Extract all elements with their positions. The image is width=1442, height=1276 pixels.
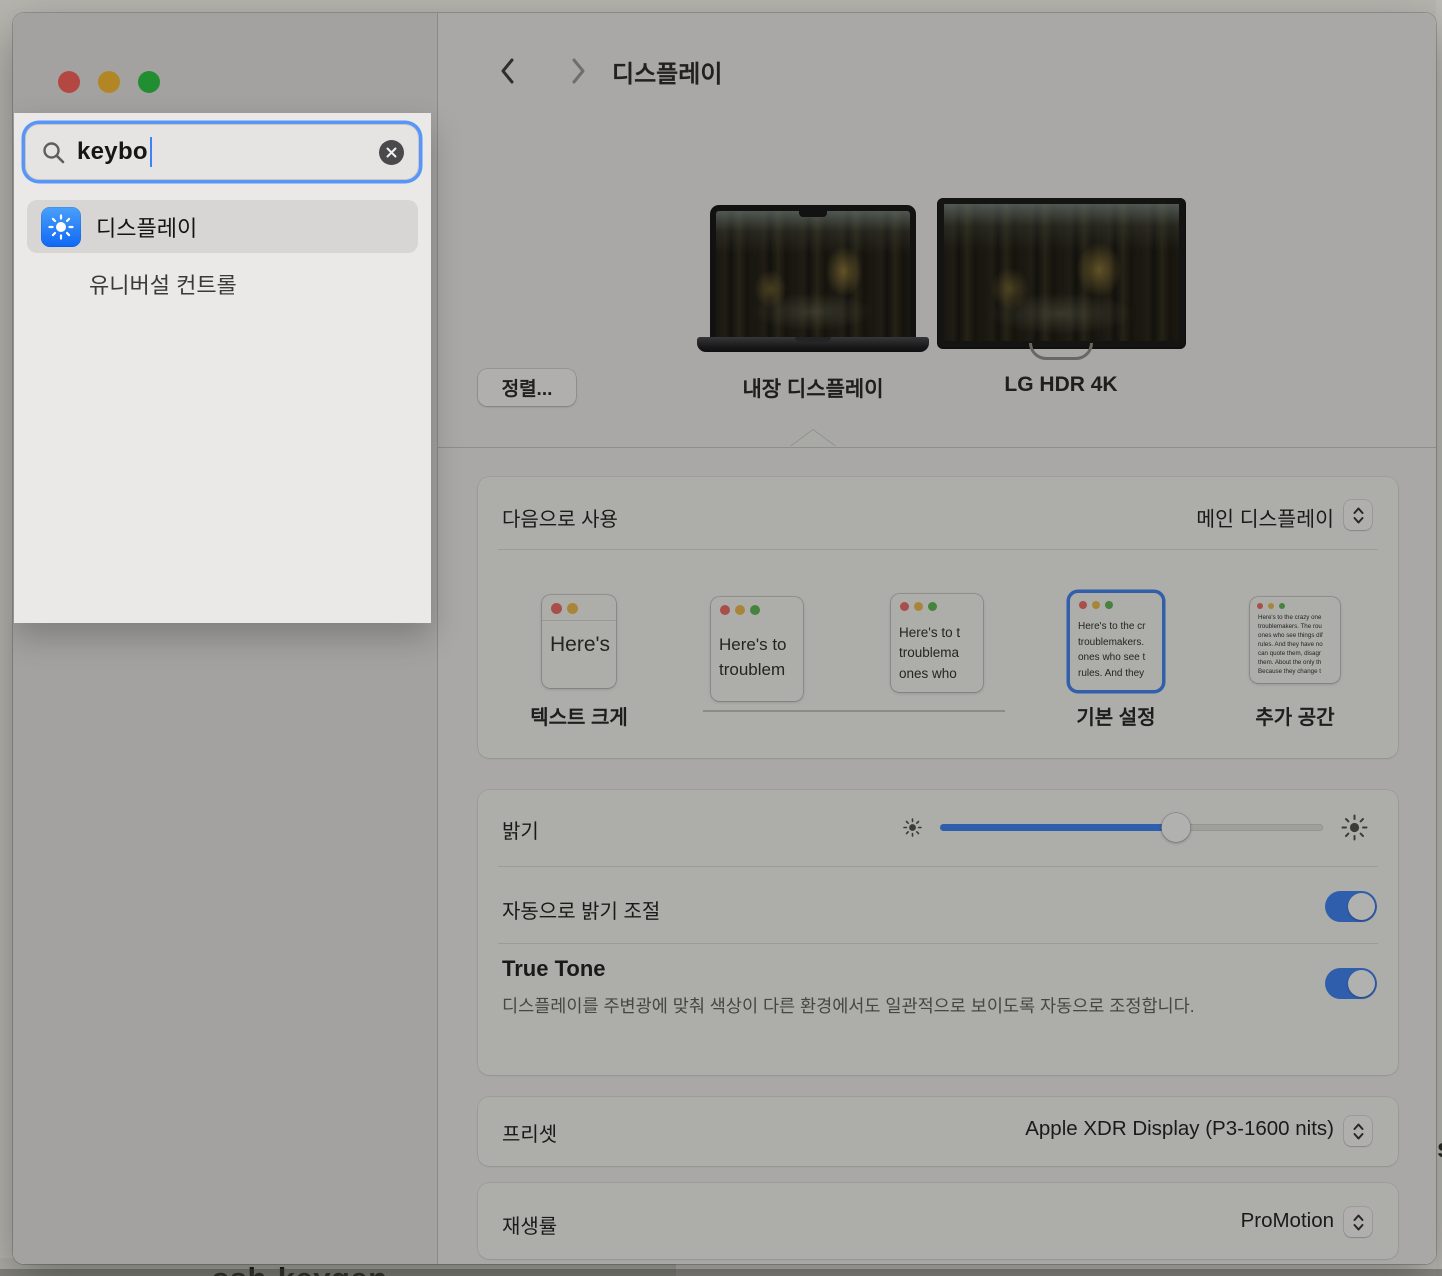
system-settings-window: 디스플레이 내장 디스플레이 LG HDR 4K 정렬... 다음으로 사용 메… bbox=[13, 13, 1436, 1264]
search-result-label: 디스플레이 bbox=[96, 211, 197, 243]
background-app-right-text: s bbox=[1437, 1133, 1442, 1164]
search-input-value[interactable]: keybo bbox=[77, 138, 148, 166]
search-result-universal-control[interactable]: 유니버설 컨트롤 bbox=[89, 268, 237, 300]
display-brightness-icon bbox=[41, 207, 81, 247]
search-icon bbox=[42, 141, 65, 164]
background-app-right-strip bbox=[1436, 0, 1442, 1276]
text-cursor bbox=[150, 137, 153, 167]
search-popover: keybo bbox=[14, 113, 431, 623]
background-dock-band bbox=[0, 1269, 1442, 1276]
search-result-displays[interactable]: 디스플레이 bbox=[27, 200, 418, 253]
screen: ssh-keygen s bbox=[0, 0, 1442, 1276]
search-field[interactable]: keybo bbox=[25, 124, 419, 180]
close-icon bbox=[386, 147, 397, 158]
clear-search-button[interactable] bbox=[379, 140, 404, 165]
